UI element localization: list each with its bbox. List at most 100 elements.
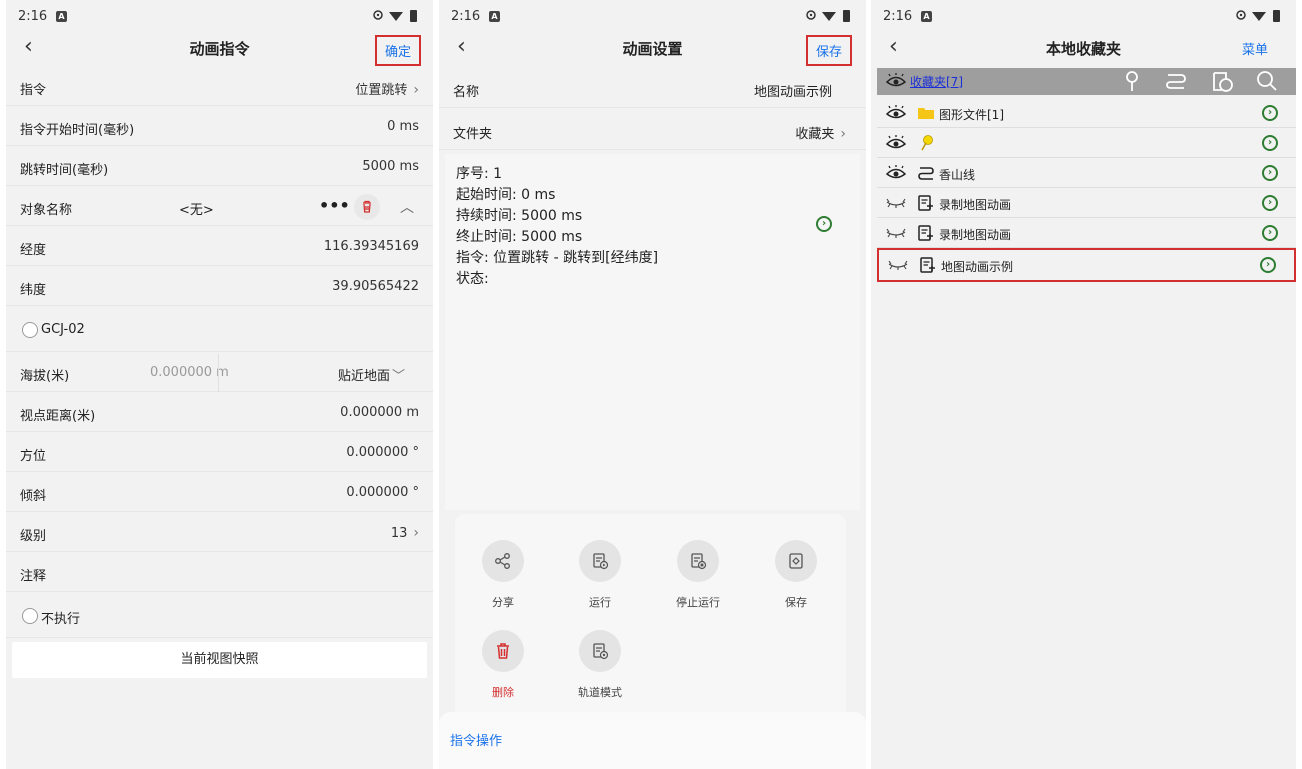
divider (218, 354, 219, 392)
eye-icon[interactable] (885, 104, 907, 122)
search-icon[interactable] (1255, 70, 1279, 92)
animation-command-panel: 2:16 A ‹ 动画指令 确定 指令 位置跳转 › 指令开始时间(毫秒) 0 m… (6, 0, 433, 769)
share-icon (482, 540, 524, 582)
command-operations-link[interactable]: 指令操作 (450, 730, 502, 749)
eye-closed-icon[interactable] (887, 256, 909, 274)
command-info-card[interactable]: 序号: 1 起始时间: 0 ms 持续时间: 5000 ms 终止时间: 500… (445, 154, 860, 510)
save-action-button[interactable]: 保存 (761, 540, 831, 610)
stop-run-button[interactable]: 停止运行 (663, 540, 733, 610)
start-time-value: 0 ms (387, 119, 419, 134)
status-time: 2:16 (18, 9, 48, 24)
item-label: 录制地图动画 (939, 198, 1012, 212)
altitude-input[interactable]: 0.000000 m (150, 365, 229, 380)
start-time-row[interactable]: 指令开始时间(毫秒) 0 ms (6, 108, 433, 146)
go-arrow-icon[interactable]: › (816, 216, 832, 232)
run-button[interactable]: 运行 (565, 540, 635, 610)
chevron-right-icon: › (413, 82, 419, 98)
go-arrow-icon[interactable]: › (1260, 257, 1276, 273)
list-item[interactable]: 录制地图动画 › (877, 188, 1296, 218)
page-title: 本地收藏夹 (1045, 40, 1121, 58)
go-arrow-icon[interactable]: › (1262, 225, 1278, 241)
status-bar: 2:16 A (871, 0, 1296, 34)
eye-closed-icon[interactable] (885, 224, 907, 242)
altitude-label: 海拔(米) (20, 369, 70, 384)
command-label: 指令 (20, 83, 47, 98)
folder-row[interactable]: 文件夹 收藏夹 › (439, 110, 866, 150)
go-arrow-icon[interactable]: › (1262, 165, 1278, 181)
snapshot-button[interactable]: 当前视图快照 (12, 642, 427, 678)
azimuth-row[interactable]: 方位 0.000000 ° (6, 434, 433, 472)
azimuth-label: 方位 (20, 449, 47, 464)
item-label: 地图动画示例 (941, 260, 1014, 274)
chevron-right-icon: › (413, 525, 419, 541)
favorites-list: 图形文件[1] › › 香山线 › 录制地图动画 › 录制地图动画 › 地图动画… (877, 98, 1296, 282)
jump-time-value: 5000 ms (362, 159, 419, 174)
track-mode-button[interactable]: 轨道模式 (565, 630, 635, 700)
jump-time-row[interactable]: 跳转时间(毫秒) 5000 ms (6, 148, 433, 186)
menu-button[interactable]: 菜单 (1234, 35, 1276, 62)
delete-object-button[interactable] (354, 194, 380, 220)
pin-icon[interactable] (1120, 70, 1144, 92)
name-row[interactable]: 名称 地图动画示例 (439, 68, 866, 108)
eye-closed-icon[interactable] (885, 194, 907, 212)
no-exec-label: 不执行 (41, 612, 81, 627)
list-item[interactable]: › (877, 128, 1296, 158)
no-exec-radio[interactable] (22, 608, 38, 624)
gcj-row[interactable]: GCJ-02 (6, 310, 433, 352)
go-arrow-icon[interactable]: › (1262, 135, 1278, 151)
trash-icon (363, 200, 371, 213)
item-label: 图形文件[1] (939, 108, 1004, 122)
list-item[interactable]: 香山线 › (877, 158, 1296, 188)
share-button[interactable]: 分享 (468, 540, 538, 610)
list-item[interactable]: 录制地图动画 › (877, 218, 1296, 248)
confirm-button[interactable]: 确定 (374, 35, 421, 66)
tilt-row[interactable]: 倾斜 0.000000 ° (6, 474, 433, 512)
status-time: 2:16 (883, 9, 913, 24)
no-exec-row[interactable]: 不执行 (6, 596, 433, 638)
view-distance-row[interactable]: 视点距离(米) 0.000000 m (6, 394, 433, 432)
more-icon[interactable]: ••• (319, 196, 350, 215)
list-item[interactable]: 图形文件[1] › (877, 98, 1296, 128)
gcj-radio[interactable] (22, 322, 38, 338)
save-button[interactable]: 保存 (805, 35, 852, 66)
eye-icon[interactable] (885, 134, 907, 152)
delete-label: 删除 (492, 686, 514, 699)
latitude-row[interactable]: 纬度 39.90565422 (6, 268, 433, 306)
info-end: 终止时间: 5000 ms (456, 229, 583, 245)
run-icon (579, 540, 621, 582)
altitude-mode-select[interactable]: 贴近地面 ﹀ (338, 365, 405, 384)
altitude-mode-text: 贴近地面 (338, 369, 391, 384)
notification-icon: A (56, 11, 67, 22)
chevron-up-icon[interactable]: ︿ (400, 197, 414, 217)
level-row[interactable]: 级别 13 › (6, 514, 433, 552)
nav-bar: ‹ 动画指令 确定 (6, 30, 433, 66)
level-value: 13 › (391, 525, 419, 541)
level-value-text: 13 (390, 526, 408, 541)
name-label: 名称 (453, 85, 480, 100)
name-value[interactable]: 地图动画示例 (754, 81, 832, 100)
chevron-right-icon: › (840, 126, 846, 142)
jump-time-label: 跳转时间(毫秒) (20, 163, 109, 178)
favorites-link[interactable]: 收藏夹[7] (910, 73, 963, 90)
longitude-row[interactable]: 经度 116.39345169 (6, 228, 433, 266)
run-label: 运行 (589, 596, 611, 609)
list-item-selected[interactable]: 地图动画示例 › (877, 248, 1296, 282)
tilt-value: 0.000000 ° (346, 485, 419, 500)
command-row[interactable]: 指令 位置跳转 › (6, 68, 433, 106)
page-title: 动画设置 (622, 40, 683, 58)
eye-icon[interactable] (885, 72, 907, 90)
polyline-icon[interactable] (1164, 70, 1188, 92)
info-command: 指令: 位置跳转 - 跳转到[经纬度] (456, 250, 659, 266)
favorites-header: 收藏夹[7] (877, 68, 1296, 95)
go-arrow-icon[interactable]: › (1262, 105, 1278, 121)
pushpin-icon (921, 135, 933, 151)
delete-button[interactable]: 删除 (468, 630, 538, 700)
object-name-value[interactable]: <无> (179, 199, 214, 218)
view-distance-value: 0.000000 m (340, 405, 419, 420)
go-arrow-icon[interactable]: › (1262, 195, 1278, 211)
action-sheet: 分享 运行 停止运行 保存 删除 轨道模式 (455, 514, 846, 719)
note-row[interactable]: 注释 (6, 554, 433, 592)
page-title: 动画指令 (189, 40, 250, 58)
polygon-icon[interactable] (1210, 70, 1234, 92)
eye-icon[interactable] (885, 164, 907, 182)
